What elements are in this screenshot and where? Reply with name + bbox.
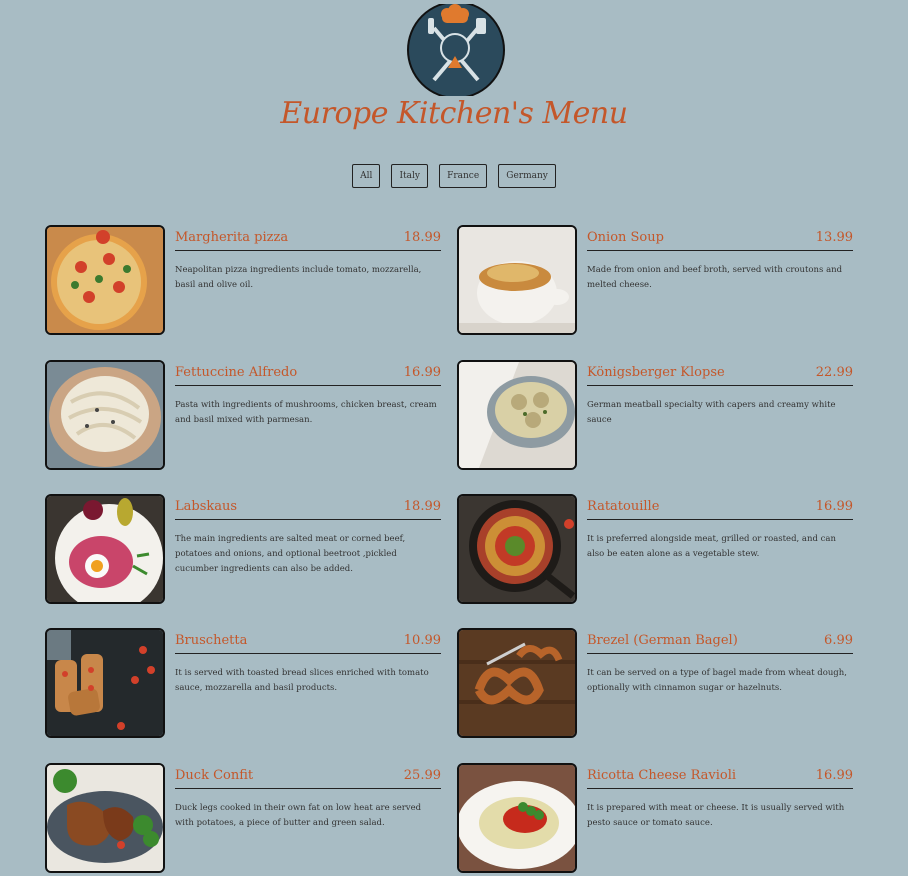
- dish-name: Königsberger Klopse: [587, 365, 725, 380]
- dish-name: Bruschetta: [175, 633, 248, 648]
- dish-name: Labskaus: [175, 499, 238, 514]
- dish-price: 22.99: [815, 365, 853, 380]
- menu-item: Bruschetta 10.99 It is served with toaste…: [45, 628, 455, 738]
- menu-item: Onion Soup 13.99 Made from onion and beef…: [457, 225, 867, 335]
- menu-item: Ricotta Cheese Ravioli 16.99 It is prepar…: [457, 763, 867, 873]
- filter-all-button[interactable]: All: [352, 164, 381, 188]
- dish-photo: [45, 494, 165, 604]
- dish-description: The main ingredients are salted meat or …: [175, 534, 406, 574]
- dish-photo: [457, 763, 577, 873]
- dish-photo: [45, 360, 165, 470]
- dish-price: 18.99: [403, 499, 441, 514]
- dish-photo: [45, 628, 165, 738]
- dish-photo: [457, 360, 577, 470]
- menu-item: Königsberger Klopse 22.99 German meatball…: [457, 360, 867, 470]
- menu-item: Ratatouille 16.99 It is preferred alongsi…: [457, 494, 867, 604]
- dish-description: German meatball specialty with capers an…: [587, 400, 836, 425]
- dish-price: 6.99: [824, 633, 853, 648]
- menu-item: Brezel (German Bagel) 6.99 It can be serv…: [457, 628, 867, 738]
- dish-description: It is served with toasted bread slices e…: [175, 668, 429, 693]
- dish-photo: [45, 225, 165, 335]
- filter-italy-button[interactable]: Italy: [391, 164, 428, 188]
- menu-item: Labskaus 18.99 The main ingredients are s…: [45, 494, 455, 604]
- dish-price: 16.99: [815, 768, 853, 783]
- dish-photo: [457, 225, 577, 335]
- dish-price: 10.99: [403, 633, 441, 648]
- dish-description: Pasta with ingredients of mushrooms, chi…: [175, 400, 437, 425]
- dish-name: Onion Soup: [587, 230, 664, 245]
- dish-name: Fettuccine Alfredo: [175, 365, 298, 380]
- page-title: Europe Kitchen's Menu: [280, 96, 628, 131]
- filter-germany-button[interactable]: Germany: [498, 164, 556, 188]
- dish-price: 25.99: [403, 768, 441, 783]
- menu-item: Fettuccine Alfredo 16.99 Pasta with ingre…: [45, 360, 455, 470]
- chef-logo-icon: [406, 1, 506, 99]
- dish-name: Margherita pizza: [175, 230, 289, 245]
- dish-description: It can be served on a type of bagel made…: [587, 668, 847, 693]
- filter-bar: All Italy France Germany: [0, 163, 908, 188]
- menu-item: Margherita pizza 18.99 Neapolitan pizza i…: [45, 225, 455, 335]
- dish-description: It is preferred alongside meat, grilled …: [587, 534, 836, 559]
- dish-photo: [457, 628, 577, 738]
- dish-price: 16.99: [815, 499, 853, 514]
- menu-item: Duck Confit 25.99 Duck legs cooked in the…: [45, 763, 455, 873]
- dish-name: Ratatouille: [587, 499, 660, 514]
- dish-photo: [457, 494, 577, 604]
- dish-name: Brezel (German Bagel): [587, 633, 738, 648]
- dish-price: 16.99: [403, 365, 441, 380]
- dish-photo: [45, 763, 165, 873]
- dish-description: Made from onion and beef broth, served w…: [587, 265, 843, 290]
- filter-france-button[interactable]: France: [439, 164, 488, 188]
- dish-description: It is prepared with meat or cheese. It i…: [587, 803, 845, 828]
- dish-price: 18.99: [403, 230, 441, 245]
- dish-description: Neapolitan pizza ingredients include tom…: [175, 265, 422, 290]
- dish-description: Duck legs cooked in their own fat on low…: [175, 803, 422, 828]
- dish-price: 13.99: [815, 230, 853, 245]
- dish-name: Ricotta Cheese Ravioli: [587, 768, 737, 783]
- dish-name: Duck Confit: [175, 768, 254, 783]
